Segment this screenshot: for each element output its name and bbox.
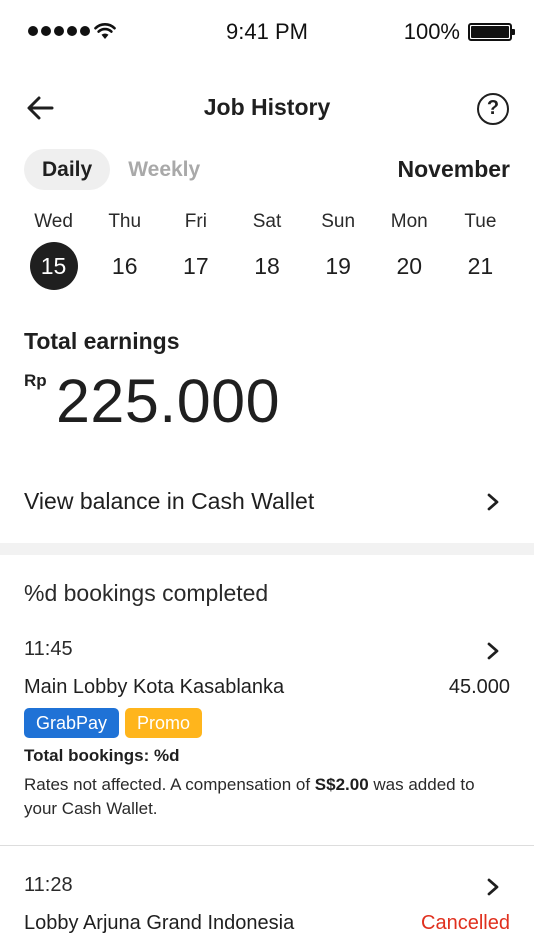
day-mon[interactable]: Mon 20: [374, 210, 445, 290]
period-tabs: Daily Weekly: [24, 149, 218, 190]
day-fri[interactable]: Fri 17: [160, 210, 231, 290]
day-date: 21: [467, 253, 494, 279]
day-sun[interactable]: Sun 19: [303, 210, 374, 290]
month-label[interactable]: November: [398, 156, 510, 183]
help-circle-icon[interactable]: ?: [477, 93, 509, 125]
day-date: 15: [29, 242, 78, 290]
total-earnings-label: Total earnings: [24, 328, 180, 354]
day-thu[interactable]: Thu 16: [89, 210, 160, 290]
day-tue[interactable]: Tue 21: [445, 210, 516, 290]
currency-label: Rp: [24, 371, 47, 390]
bookings-section-title: %d bookings completed: [24, 580, 269, 606]
chevron-right-icon: [487, 493, 499, 511]
day-date: 16: [111, 253, 138, 279]
chevron-right-icon: [487, 642, 499, 660]
promo-badge: Promo: [125, 708, 203, 738]
booking-badges: GrabPay Promo: [24, 708, 203, 738]
booking-time: 11:28: [24, 874, 73, 896]
compensation-note: Rates not affected. A compensation of S$…: [24, 773, 504, 821]
booking-location: Main Lobby Kota Kasablanka: [24, 676, 285, 698]
day-date: 18: [254, 253, 280, 279]
status-bar: 9:41 PM 100%: [0, 0, 534, 64]
app-header: Job History ?: [0, 84, 534, 132]
day-of-week: Tue: [464, 211, 497, 232]
booking-item[interactable]: 11:45 Main Lobby Kota Kasablanka 45.000 …: [0, 630, 534, 842]
day-of-week: Sun: [321, 211, 356, 232]
page-title: Job History: [203, 94, 331, 120]
day-of-week: Fri: [184, 211, 207, 232]
total-earnings-amount: 225.000: [56, 367, 280, 435]
booking-location: Lobby Arjuna Grand Indonesia: [24, 912, 295, 934]
day-of-week: Wed: [34, 211, 73, 232]
view-cash-wallet-row[interactable]: View balance in Cash Wallet: [0, 472, 534, 532]
battery-icon: [468, 23, 515, 41]
day-wed[interactable]: Wed 15: [18, 210, 89, 290]
total-bookings-label: Total bookings: %d: [24, 746, 180, 765]
view-cash-wallet-label: View balance in Cash Wallet: [24, 488, 315, 514]
day-sat[interactable]: Sat 18: [231, 210, 302, 290]
note-amount: S$2.00: [314, 775, 369, 794]
booking-status-cancelled: Cancelled: [421, 912, 510, 934]
day-of-week: Mon: [390, 211, 428, 232]
tab-daily[interactable]: Daily: [24, 149, 111, 190]
note-prefix: Rates not affected. A compensation of: [24, 775, 315, 794]
day-of-week: Thu: [108, 211, 142, 232]
payment-badge: GrabPay: [24, 708, 120, 738]
day-of-week: Sat: [252, 211, 282, 232]
booking-divider: [0, 845, 534, 846]
booking-price: 45.000: [448, 676, 510, 698]
booking-time: 11:45: [24, 638, 73, 660]
booking-item[interactable]: 11:28 Lobby Arjuna Grand Indonesia Cance…: [0, 866, 534, 950]
battery-percentage: 100%: [403, 19, 460, 44]
day-date: 20: [396, 253, 423, 279]
section-divider: [0, 543, 534, 555]
tab-weekly[interactable]: Weekly: [110, 149, 218, 190]
week-strip: Wed 15 Thu 16 Fri 17 Sat 18 Sun 19 Mon 2…: [18, 210, 516, 290]
day-date: 17: [183, 253, 209, 279]
chevron-right-icon: [487, 878, 499, 896]
day-date: 19: [325, 253, 351, 279]
